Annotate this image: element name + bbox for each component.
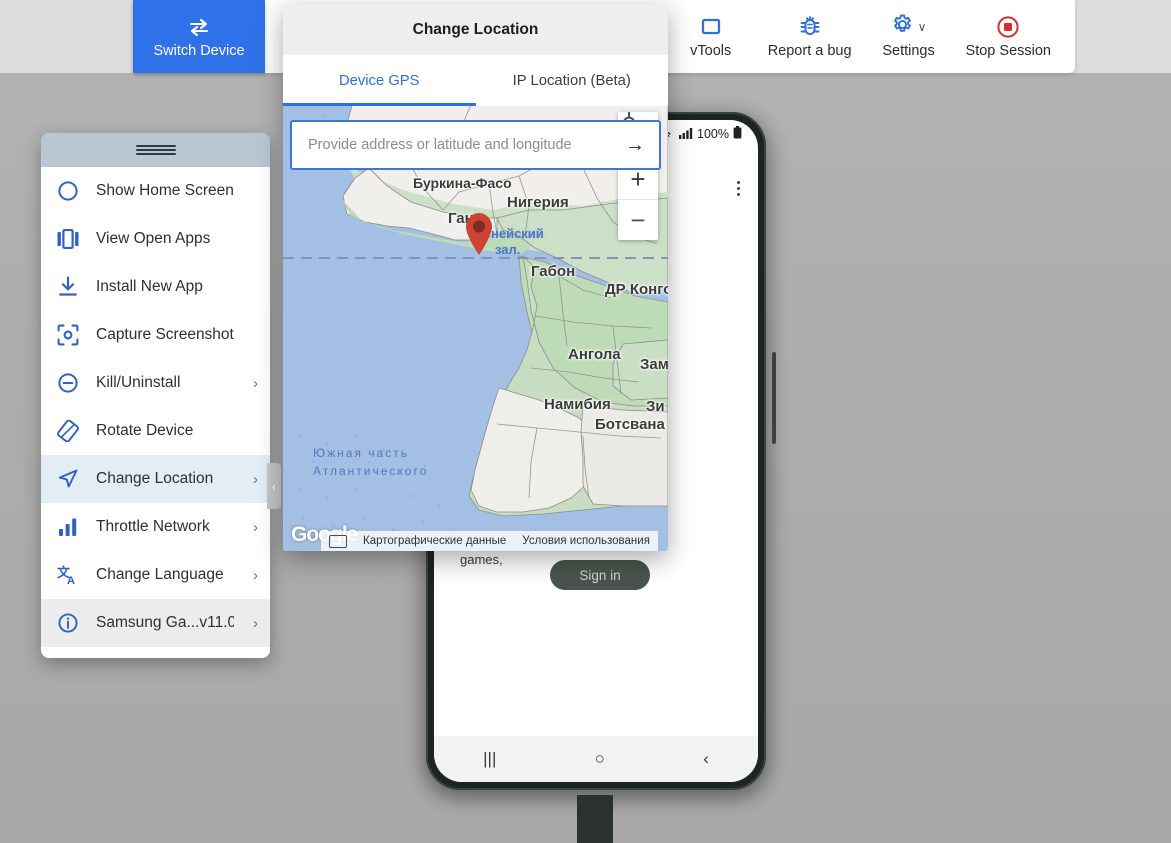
sidebar-item-label: Change Location [96, 470, 234, 488]
dialog-title: Change Location [283, 4, 668, 55]
sidebar-item-rotate-device[interactable]: Rotate Device [41, 407, 270, 455]
sidebar-item-capture-screenshot[interactable]: Capture Screenshot [41, 311, 270, 359]
recents-nav-icon[interactable]: ||| [483, 749, 496, 769]
sidebar-item-label: View Open Apps [96, 230, 239, 248]
sidebar-item-label: Show Home Screen [96, 182, 239, 200]
more-vertical-icon[interactable] [737, 178, 740, 199]
sidebar-item-label: Rotate Device [96, 422, 239, 440]
switch-device-label: Switch Device [153, 44, 244, 59]
sidebar-item-label: Kill/Uninstall [96, 374, 234, 392]
screenshot-icon [55, 322, 81, 348]
sidebar-item-label: Install New App [96, 278, 239, 296]
vtools-button[interactable]: vTools [668, 0, 754, 73]
map-geometry [283, 106, 668, 551]
sidebar-item-show-home-screen[interactable]: Show Home Screen [41, 167, 270, 215]
swap-arrows-icon [187, 15, 211, 39]
signal-icon [679, 127, 693, 142]
app-root: Switch Device vTools [0, 0, 1171, 843]
home-nav-icon[interactable]: ○ [595, 749, 605, 769]
settings-button[interactable]: ∨ Settings [866, 0, 952, 73]
gear-icon [891, 13, 914, 40]
svg-text:A: A [67, 575, 75, 586]
back-nav-icon[interactable]: ‹ [703, 749, 709, 769]
stop-record-icon [996, 15, 1020, 39]
keyboard-shortcuts-button[interactable] [321, 531, 355, 551]
sidebar-item-label: Throttle Network [96, 518, 234, 536]
phone-power-button[interactable] [772, 352, 776, 444]
minus-circle-icon [55, 370, 81, 396]
sign-in-button[interactable]: Sign in [550, 560, 650, 590]
location-search-box[interactable]: → [290, 120, 661, 170]
tab-device-gps[interactable]: Device GPS [283, 55, 476, 106]
battery-percent-label: 100% [697, 127, 729, 141]
chevron-right-icon: › [249, 615, 258, 632]
settings-label: Settings [882, 44, 934, 59]
recent-apps-icon [55, 226, 81, 252]
sidebar-item-kill-uninstall[interactable]: Kill/Uninstall › [41, 359, 270, 407]
info-icon [55, 610, 81, 636]
dialog-tabs: Device GPS IP Location (Beta) [283, 55, 668, 106]
chevron-down-icon: ∨ [918, 20, 927, 34]
search-input[interactable] [306, 136, 617, 154]
translate-icon: 文 A [55, 562, 81, 588]
change-location-dialog: Change Location Device GPS IP Location (… [283, 4, 668, 551]
arrow-right-icon[interactable]: → [617, 134, 645, 157]
sidebar-item-label: Change Language [96, 566, 234, 584]
stop-session-label: Stop Session [966, 44, 1051, 59]
phone-stand [577, 795, 613, 843]
phone-content-text: games, [460, 552, 503, 567]
sidebar-item-install-new-app[interactable]: Install New App [41, 263, 270, 311]
terms-of-use-link[interactable]: Условия использования [514, 531, 658, 551]
settings-icon-row: ∨ [891, 15, 927, 39]
device-tools-sidebar: Show Home Screen View Open Apps I [41, 133, 270, 658]
sidebar-item-device-info[interactable]: Samsung Ga...v11.0 › [41, 599, 270, 647]
chevron-right-icon: › [249, 519, 258, 536]
chevron-right-icon: › [249, 471, 258, 488]
map-zoom-controls: + − [618, 160, 658, 240]
chevron-right-icon: › [249, 375, 258, 392]
download-install-icon [55, 274, 81, 300]
sidebar-item-change-language[interactable]: 文 A Change Language › [41, 551, 270, 599]
sidebar-collapse-handle[interactable]: ‹ [267, 463, 281, 509]
sidebar-item-throttle-network[interactable]: Throttle Network › [41, 503, 270, 551]
rotate-device-icon [55, 418, 81, 444]
battery-icon [733, 126, 742, 142]
sidebar-item-view-open-apps[interactable]: View Open Apps [41, 215, 270, 263]
keyboard-icon [329, 535, 347, 548]
report-a-bug-label: Report a bug [768, 44, 852, 59]
location-map[interactable]: МавританияМалиНигерЧаБуркина-ФасоНигерия… [283, 106, 668, 551]
report-a-bug-button[interactable]: Report a bug [754, 0, 866, 73]
sidebar-item-label: Samsung Ga...v11.0 [96, 614, 234, 632]
circle-home-icon [55, 178, 81, 204]
signal-bars-icon [55, 514, 81, 540]
map-footer: Картографические данные Условия использо… [283, 531, 668, 551]
sidebar-item-change-location[interactable]: Change Location › [41, 455, 270, 503]
drag-handle[interactable] [41, 133, 270, 167]
stop-session-button[interactable]: Stop Session [952, 0, 1075, 73]
drag-handle-lines [136, 143, 176, 157]
switch-device-button[interactable]: Switch Device [133, 0, 265, 73]
phone-nav-bar: ||| ○ ‹ [434, 736, 758, 782]
sidebar-item-label: Capture Screenshot [96, 326, 239, 344]
map-data-link[interactable]: Картографические данные [355, 531, 514, 551]
zoom-out-button[interactable]: − [618, 200, 658, 240]
vtools-label: vTools [690, 44, 731, 59]
bug-icon [799, 15, 821, 39]
tab-ip-location[interactable]: IP Location (Beta) [476, 55, 669, 106]
navigation-arrow-icon [55, 466, 81, 492]
device-outline-icon [700, 15, 722, 39]
chevron-right-icon: › [249, 567, 258, 584]
